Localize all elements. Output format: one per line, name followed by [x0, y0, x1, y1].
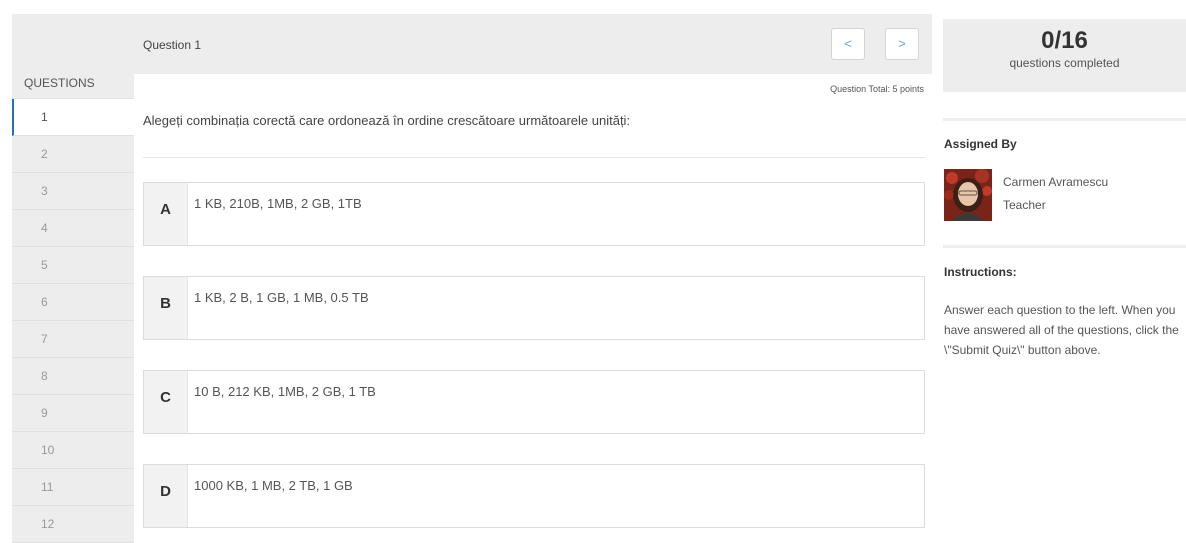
- option-letter: C: [144, 371, 188, 433]
- option-text: 10 B, 212 KB, 1MB, 2 GB, 1 TB: [194, 384, 376, 399]
- question-number: 5: [41, 258, 48, 272]
- answer-option-c[interactable]: C 10 B, 212 KB, 1MB, 2 GB, 1 TB: [143, 370, 925, 434]
- question-nav-item-1[interactable]: 1: [12, 99, 134, 136]
- question-number: 11: [41, 480, 54, 494]
- avatar-photo-icon: [944, 169, 992, 221]
- question-navigator-header: QUESTIONS: [12, 14, 134, 99]
- question-number: 4: [41, 221, 48, 235]
- sidebar-divider: [943, 245, 1186, 248]
- question-number: 7: [41, 332, 48, 346]
- question-nav-item-6[interactable]: 6: [12, 284, 134, 321]
- question-number: 1: [41, 110, 48, 124]
- progress-count: 0/16: [1041, 27, 1088, 54]
- question-number: 6: [41, 295, 48, 309]
- option-letter: A: [144, 183, 188, 245]
- question-divider: [143, 157, 925, 158]
- question-nav-item-2[interactable]: 2: [12, 136, 134, 173]
- question-nav-item-11[interactable]: 11: [12, 469, 134, 506]
- sidebar-divider: [943, 118, 1186, 121]
- teacher-name: Carmen Avramescu: [1003, 175, 1109, 189]
- option-text: 1 KB, 210B, 1MB, 2 GB, 1TB: [194, 196, 362, 211]
- question-number: 9: [41, 406, 48, 420]
- previous-question-button[interactable]: <: [831, 28, 865, 60]
- option-text: 1 KB, 2 B, 1 GB, 1 MB, 0.5 TB: [194, 290, 369, 305]
- answer-option-a[interactable]: A 1 KB, 210B, 1MB, 2 GB, 1TB: [143, 182, 925, 246]
- question-nav-item-12[interactable]: 12: [12, 506, 134, 543]
- answer-option-d[interactable]: D 1000 KB, 1 MB, 2 TB, 1 GB: [143, 464, 925, 528]
- question-nav-item-9[interactable]: 9: [12, 395, 134, 432]
- question-text: Alegeți combinația corectă care ordoneaz…: [143, 113, 631, 128]
- questions-heading: QUESTIONS: [24, 76, 95, 90]
- instructions-heading: Instructions:: [944, 265, 1017, 279]
- progress-panel: 0/16 questions completed: [943, 19, 1186, 92]
- question-nav-item-7[interactable]: 7: [12, 321, 134, 358]
- next-question-button[interactable]: >: [885, 28, 919, 60]
- option-letter: B: [144, 277, 188, 339]
- question-title: Question 1: [143, 38, 202, 52]
- question-number: 8: [41, 369, 48, 383]
- question-nav-item-5[interactable]: 5: [12, 247, 134, 284]
- question-number: 12: [41, 517, 55, 531]
- question-number: 3: [41, 184, 48, 198]
- option-letter: D: [144, 465, 188, 527]
- option-text: 1000 KB, 1 MB, 2 TB, 1 GB: [194, 478, 353, 493]
- question-nav-item-8[interactable]: 8: [12, 358, 134, 395]
- instructions-text: Answer each question to the left. When y…: [944, 303, 1179, 357]
- progress-label: questions completed: [1009, 56, 1120, 70]
- question-nav-item-10[interactable]: 10: [12, 432, 134, 469]
- question-nav-item-4[interactable]: 4: [12, 210, 134, 247]
- assigned-by-heading: Assigned By: [944, 137, 1017, 151]
- question-number: 2: [41, 147, 48, 161]
- question-navigator: QUESTIONS 1 2 3 4 5 6 7 8 9 10 11 12: [12, 14, 134, 543]
- question-header: Question 1 < >: [134, 14, 932, 74]
- question-nav-item-3[interactable]: 3: [12, 173, 134, 210]
- teacher-role: Teacher: [1003, 198, 1046, 212]
- answer-option-b[interactable]: B 1 KB, 2 B, 1 GB, 1 MB, 0.5 TB: [143, 276, 925, 340]
- question-total-points: Question Total: 5 points: [830, 84, 924, 94]
- teacher-avatar: [944, 169, 992, 221]
- question-number: 10: [41, 443, 55, 457]
